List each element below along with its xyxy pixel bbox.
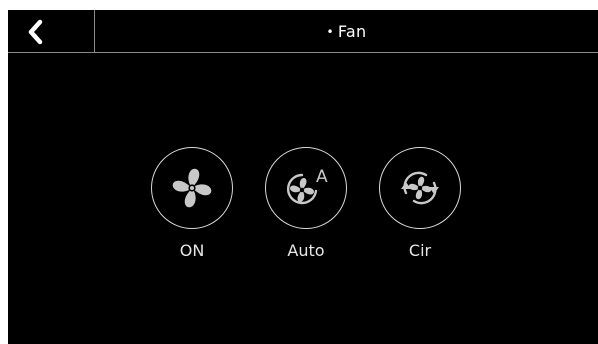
fan-mode-cir-ring: [379, 147, 461, 229]
fan-mode-cir-button[interactable]: Cir: [379, 147, 461, 260]
fan-mode-auto-label: Auto: [287, 241, 325, 260]
fan-mode-cir-label: Cir: [408, 241, 432, 260]
page-title: • Fan: [95, 10, 598, 53]
fan-mode-on-label: ON: [179, 241, 205, 260]
fan-mode-on-ring: [151, 147, 233, 229]
title-text: Fan: [337, 22, 367, 41]
fan-circulation-icon: [401, 171, 439, 205]
fan-icon: [172, 168, 212, 208]
back-button[interactable]: [8, 10, 95, 53]
header-bar: • Fan: [8, 10, 598, 53]
chevron-left-icon: [28, 19, 43, 44]
title-bullet: •: [326, 24, 334, 39]
fan-screen: • Fan ON A Auto Cir: [8, 10, 598, 344]
fan-mode-on-button[interactable]: ON: [151, 147, 233, 260]
svg-text:A: A: [316, 167, 328, 187]
fan-mode-auto-button[interactable]: A Auto: [265, 147, 347, 260]
fan-mode-auto-ring: A: [265, 147, 347, 229]
fan-auto-icon: A: [286, 167, 328, 205]
